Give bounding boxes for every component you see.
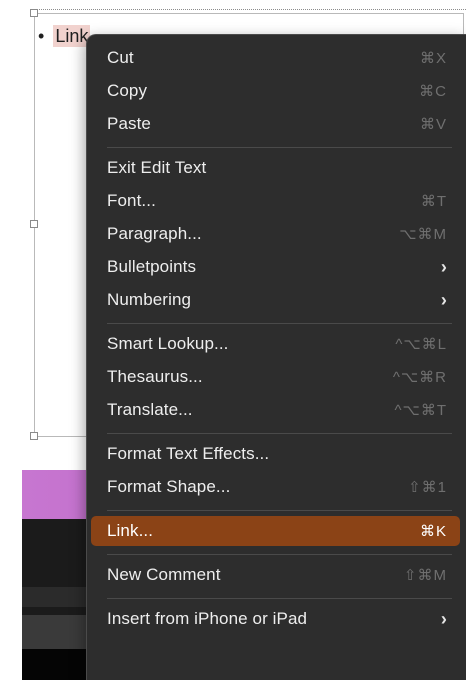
bullet-icon: •: [38, 26, 45, 46]
selected-text[interactable]: Link: [53, 25, 91, 47]
resize-handle-bottom-left[interactable]: [30, 432, 38, 440]
chevron-right-icon: ›: [440, 289, 447, 310]
menu-item-label: Link...: [107, 521, 154, 540]
menu-item-label: Insert from iPhone or iPad: [107, 609, 308, 628]
menu-item-label: Smart Lookup...: [107, 334, 229, 353]
menu-item-paragraph[interactable]: Paragraph... ⌥⌘M: [91, 219, 460, 249]
menu-item-label: Format Shape...: [107, 477, 231, 496]
menu-separator: [107, 554, 452, 555]
menu-item-smart-lookup[interactable]: Smart Lookup... ^⌥⌘L: [91, 329, 460, 359]
menu-item-label: New Comment: [107, 565, 221, 584]
menu-item-format-shape[interactable]: Format Shape... ⇧⌘1: [91, 472, 460, 502]
menu-item-link[interactable]: Link... ⌘K: [91, 516, 460, 546]
menu-item-copy[interactable]: Copy ⌘C: [91, 76, 460, 106]
menu-item-label: Format Text Effects...: [107, 444, 270, 463]
menu-item-shortcut: ⌥⌘M: [399, 226, 447, 243]
menu-item-label: Numbering: [107, 290, 192, 309]
menu-separator: [107, 510, 452, 511]
menu-item-paste[interactable]: Paste ⌘V: [91, 109, 460, 139]
chevron-right-icon: ›: [440, 256, 447, 277]
menu-item-label: Font...: [107, 191, 156, 210]
menu-item-bulletpoints[interactable]: Bulletpoints ›: [91, 252, 460, 282]
menu-item-shortcut: ⌘T: [420, 193, 447, 210]
context-menu: Cut ⌘X Copy ⌘C Paste ⌘V Exit Edit Text Font... ⌘…: [86, 34, 466, 680]
menu-item-cut[interactable]: Cut ⌘X: [91, 43, 460, 73]
left-margin: [0, 0, 22, 680]
menu-item-label: Copy: [107, 81, 148, 100]
resize-handle-top-left[interactable]: [30, 9, 38, 17]
menu-item-shortcut: ^⌥⌘T: [394, 402, 447, 419]
menu-item-thesaurus[interactable]: Thesaurus... ^⌥⌘R: [91, 362, 460, 392]
menu-item-shortcut: ^⌥⌘L: [395, 336, 447, 353]
bullet-item[interactable]: • Link: [38, 25, 91, 47]
placeholder-border: [34, 9, 466, 10]
menu-item-label: Thesaurus...: [107, 367, 203, 386]
menu-item-translate[interactable]: Translate... ^⌥⌘T: [91, 395, 460, 425]
menu-item-exit-edit-text[interactable]: Exit Edit Text: [91, 153, 460, 183]
chevron-right-icon: ›: [440, 608, 447, 629]
menu-item-shortcut: ⌘K: [419, 523, 447, 540]
menu-separator: [107, 598, 452, 599]
menu-item-label: Exit Edit Text: [107, 158, 207, 177]
menu-separator: [107, 433, 452, 434]
menu-item-shortcut: ⌘V: [419, 116, 447, 133]
menu-item-format-text-effects[interactable]: Format Text Effects...: [91, 439, 460, 469]
menu-item-shortcut: ⇧⌘1: [408, 479, 447, 496]
menu-item-shortcut: ⌘X: [419, 50, 447, 67]
menu-item-shortcut: ⇧⌘M: [403, 567, 447, 584]
menu-item-label: Paste: [107, 114, 151, 133]
menu-item-shortcut: ^⌥⌘R: [392, 369, 447, 386]
menu-item-new-comment[interactable]: New Comment ⇧⌘M: [91, 560, 460, 590]
menu-item-numbering[interactable]: Numbering ›: [91, 285, 460, 315]
menu-item-label: Bulletpoints: [107, 257, 197, 276]
menu-item-font[interactable]: Font... ⌘T: [91, 186, 460, 216]
menu-separator: [107, 147, 452, 148]
menu-item-label: Paragraph...: [107, 224, 202, 243]
menu-separator: [107, 323, 452, 324]
menu-item-shortcut: ⌘C: [419, 83, 447, 100]
menu-item-label: Translate...: [107, 400, 193, 419]
menu-item-insert-from-iphone-or-ipad[interactable]: Insert from iPhone or iPad ›: [91, 604, 460, 634]
resize-handle-middle-left[interactable]: [30, 220, 38, 228]
menu-item-label: Cut: [107, 48, 134, 67]
